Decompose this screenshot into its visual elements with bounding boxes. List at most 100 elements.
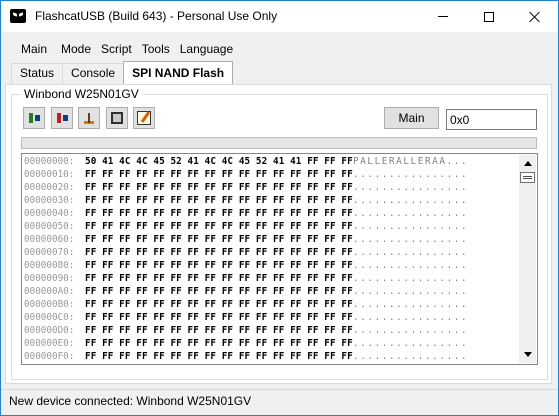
hex-ascii: ................ [353, 247, 469, 258]
minimize-icon [438, 16, 448, 17]
hex-address: 00000040: [24, 208, 75, 219]
progress-bar [21, 137, 537, 149]
tab-console[interactable]: Console [62, 63, 125, 84]
menu-script[interactable]: Script [101, 42, 142, 56]
hex-address: 000000B0: [24, 299, 75, 310]
title-bar[interactable]: FlashcatUSB (Build 643) - Personal Use O… [1, 1, 558, 32]
arrow-down-icon [523, 352, 532, 357]
hex-row: 00000040: FF FF FF FF FF FF FF FF FF FF F… [24, 207, 516, 220]
hex-row: 000000B0: FF FF FF FF FF FF FF FF FF FF F… [24, 298, 516, 311]
menu-main[interactable]: Main [1, 42, 57, 56]
scroll-up-button[interactable] [519, 155, 536, 172]
hex-ascii: ................ [353, 351, 469, 362]
hex-bytes: FF FF FF FF FF FF FF FF FF FF FF FF FF F… [85, 286, 353, 297]
status-bar: New device connected: Winbond W25N01GV [1, 389, 558, 415]
hex-bytes: FF FF FF FF FF FF FF FF FF FF FF FF FF F… [85, 338, 353, 349]
hex-row: 00000030: FF FF FF FF FF FF FF FF FF FF F… [24, 194, 516, 207]
hex-ascii: PALLERALLERAA... [353, 156, 469, 167]
write-flash-icon [55, 111, 69, 125]
hex-address: 00000030: [24, 195, 75, 206]
hex-bytes: FF FF FF FF FF FF FF FF FF FF FF FF FF F… [85, 299, 353, 310]
hex-ascii: ................ [353, 299, 469, 310]
edit-icon [137, 111, 151, 125]
maximize-button[interactable] [466, 1, 512, 32]
hex-address: 00000020: [24, 182, 75, 193]
hex-row: 00000090: FF FF FF FF FF FF FF FF FF FF F… [24, 272, 516, 285]
menu-mode[interactable]: Mode [61, 42, 101, 56]
hex-ascii: ................ [353, 169, 469, 180]
hex-row: 00000010: FF FF FF FF FF FF FF FF FF FF F… [24, 168, 516, 181]
menu-tools[interactable]: Tools [142, 42, 180, 56]
edit-button[interactable] [133, 107, 155, 129]
scroll-thumb[interactable] [520, 172, 535, 183]
hex-ascii: ................ [353, 273, 469, 284]
read-flash-icon [27, 111, 41, 125]
hex-row: 000000C0: FF FF FF FF FF FF FF FF FF FF F… [24, 311, 516, 324]
hex-bytes: FF FF FF FF FF FF FF FF FF FF FF FF FF F… [85, 169, 353, 180]
hex-ascii: ................ [353, 312, 469, 323]
minimize-button[interactable] [420, 1, 466, 32]
status-message: New device connected: Winbond W25N01GV [9, 394, 252, 408]
hex-rows: 00000000: 50 41 4C 4C 45 52 41 4C 4C 45 5… [24, 155, 516, 363]
hex-row: 00000060: FF FF FF FF FF FF FF FF FF FF F… [24, 233, 516, 246]
hex-address: 000000E0: [24, 338, 75, 349]
tab-strip: Status Console SPI NAND Flash [11, 61, 234, 84]
menu-bar: Main Mode Script Tools Language [1, 38, 558, 60]
hex-ascii: ................ [353, 234, 469, 245]
hex-viewer[interactable]: 00000000: 50 41 4C 4C 45 52 41 4C 4C 45 5… [21, 153, 538, 365]
hex-ascii: ................ [353, 260, 469, 271]
erase-flash-button[interactable] [78, 107, 100, 129]
flashcat-logo-icon [10, 9, 26, 23]
hex-ascii: ................ [353, 195, 469, 206]
tab-spi-nand-flash[interactable]: SPI NAND Flash [123, 61, 234, 84]
hex-bytes: FF FF FF FF FF FF FF FF FF FF FF FF FF F… [85, 195, 353, 206]
main-area-button[interactable]: Main [384, 107, 439, 129]
hex-address: 00000000: [24, 156, 75, 167]
hex-ascii: ................ [353, 338, 469, 349]
hex-row: 00000080: FF FF FF FF FF FF FF FF FF FF F… [24, 259, 516, 272]
hex-row: 000000F0: FF FF FF FF FF FF FF FF FF FF F… [24, 350, 516, 363]
app-window: FlashcatUSB (Build 643) - Personal Use O… [0, 0, 559, 416]
hex-bytes: FF FF FF FF FF FF FF FF FF FF FF FF FF F… [85, 234, 353, 245]
hex-bytes: 50 41 4C 4C 45 52 41 4C 4C 45 52 41 41 F… [85, 156, 353, 167]
hex-ascii: ................ [353, 221, 469, 232]
hex-address: 000000C0: [24, 312, 75, 323]
hex-bytes: FF FF FF FF FF FF FF FF FF FF FF FF FF F… [85, 273, 353, 284]
hex-ascii: ................ [353, 286, 469, 297]
hex-bytes: FF FF FF FF FF FF FF FF FF FF FF FF FF F… [85, 351, 353, 362]
window-title: FlashcatUSB (Build 643) - Personal Use O… [35, 9, 278, 23]
hex-bytes: FF FF FF FF FF FF FF FF FF FF FF FF FF F… [85, 260, 353, 271]
hex-address: 00000070: [24, 247, 75, 258]
hex-row: 000000A0: FF FF FF FF FF FF FF FF FF FF F… [24, 285, 516, 298]
hex-bytes: FF FF FF FF FF FF FF FF FF FF FF FF FF F… [85, 247, 353, 258]
hex-address: 000000F0: [24, 351, 75, 362]
maximize-icon [484, 11, 494, 22]
hex-address: 00000060: [24, 234, 75, 245]
read-flash-button[interactable] [23, 107, 45, 129]
erase-flash-icon [82, 111, 96, 125]
arrow-up-icon [523, 161, 532, 166]
chip-settings-button[interactable] [106, 107, 128, 129]
hex-row: 00000050: FF FF FF FF FF FF FF FF FF FF F… [24, 220, 516, 233]
hex-address: 000000D0: [24, 325, 75, 336]
hex-address: 00000010: [24, 169, 75, 180]
hex-row: 000000D0: FF FF FF FF FF FF FF FF FF FF F… [24, 324, 516, 337]
write-flash-button[interactable] [51, 107, 73, 129]
hex-bytes: FF FF FF FF FF FF FF FF FF FF FF FF FF F… [85, 312, 353, 323]
hex-bytes: FF FF FF FF FF FF FF FF FF FF FF FF FF F… [85, 182, 353, 193]
address-input[interactable] [446, 109, 537, 130]
close-icon [529, 11, 541, 23]
hex-ascii: ................ [353, 325, 469, 336]
hex-ascii: ................ [353, 182, 469, 193]
close-button[interactable] [512, 1, 558, 32]
hex-row: 00000070: FF FF FF FF FF FF FF FF FF FF F… [24, 246, 516, 259]
device-name-label: Winbond W25N01GV [21, 87, 142, 101]
menu-language[interactable]: Language [180, 42, 243, 56]
hex-row: 000000E0: FF FF FF FF FF FF FF FF FF FF F… [24, 337, 516, 350]
scroll-down-button[interactable] [519, 346, 536, 363]
vertical-scrollbar[interactable] [519, 155, 536, 363]
tab-status[interactable]: Status [11, 63, 64, 84]
hex-bytes: FF FF FF FF FF FF FF FF FF FF FF FF FF F… [85, 221, 353, 232]
hex-bytes: FF FF FF FF FF FF FF FF FF FF FF FF FF F… [85, 325, 353, 336]
hex-address: 00000090: [24, 273, 75, 284]
